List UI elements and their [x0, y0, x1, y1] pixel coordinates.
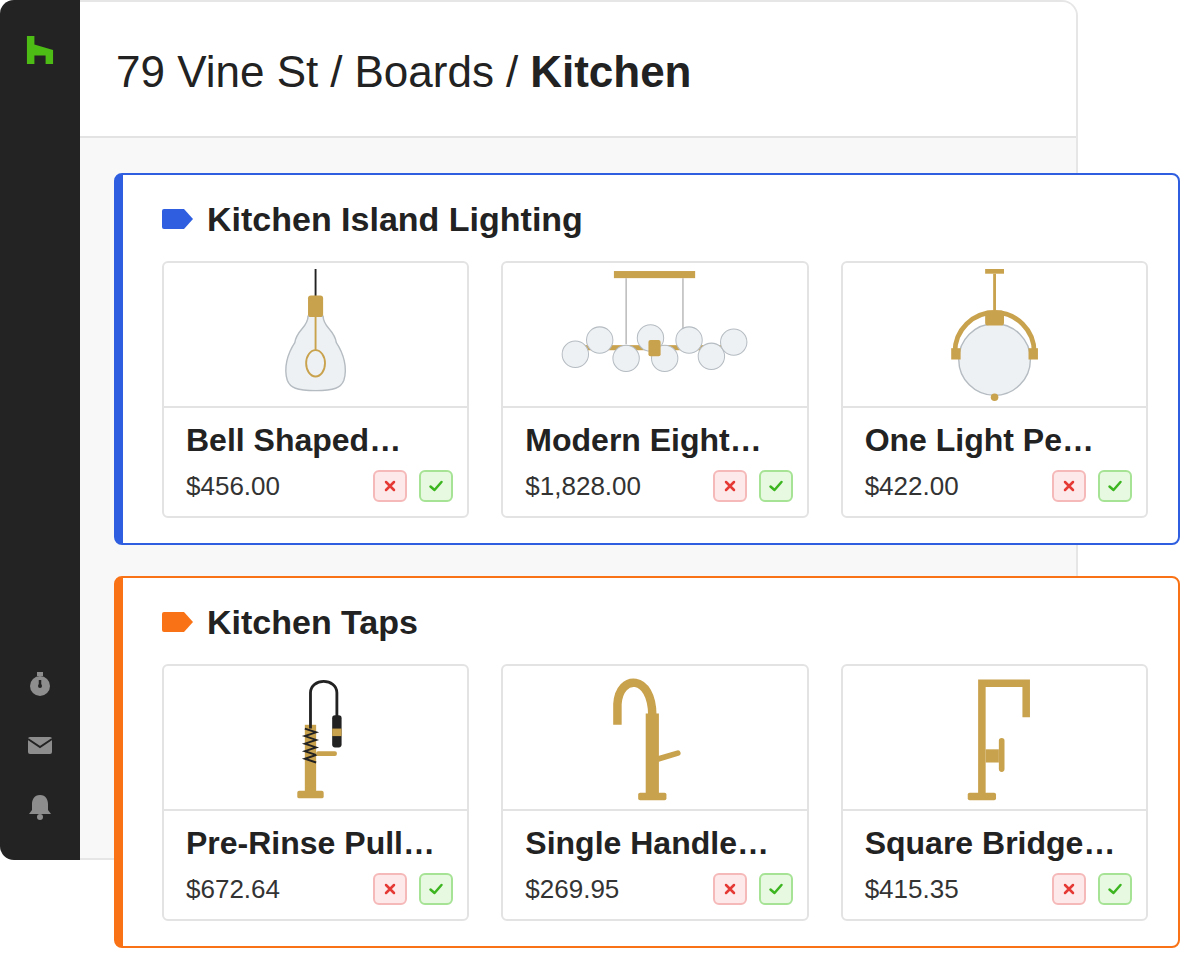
product-price: $422.00 [865, 471, 959, 502]
product-grid: Pre-Rinse Pull… $672.64 Single Handle… $269… [162, 664, 1148, 921]
breadcrumb-separator: / [330, 47, 342, 97]
check-icon [428, 881, 444, 897]
globe-pendant-icon [938, 269, 1051, 401]
check-icon [1107, 881, 1123, 897]
sidebar [0, 0, 80, 860]
breadcrumb-item[interactable]: Boards [354, 47, 493, 97]
product-actions [713, 470, 793, 502]
product-info: Pre-Rinse Pull… $672.64 [164, 811, 467, 919]
houzz-logo-icon[interactable] [26, 36, 54, 64]
product-info: Bell Shaped… $456.00 [164, 408, 467, 516]
approve-button[interactable] [759, 873, 793, 905]
check-icon [1107, 478, 1123, 494]
close-icon [722, 881, 738, 897]
close-icon [382, 478, 398, 494]
breadcrumb-separator: / [506, 47, 518, 97]
close-icon [382, 881, 398, 897]
product-grid: Bell Shaped… $456.00 Modern Eight… $1,828.0… [162, 261, 1148, 518]
product-info: Single Handle… $269.95 [503, 811, 806, 919]
product-image [164, 263, 467, 408]
approve-button[interactable] [1098, 873, 1132, 905]
tag-icon [162, 612, 193, 632]
reject-button[interactable] [713, 470, 747, 502]
chandelier-icon [553, 269, 756, 401]
product-name: Modern Eight… [525, 420, 792, 460]
close-icon [722, 478, 738, 494]
product-card[interactable]: Bell Shaped… $456.00 [162, 261, 469, 518]
product-row: $415.35 [865, 873, 1132, 905]
product-row: $672.64 [186, 873, 453, 905]
breadcrumb-item[interactable]: 79 Vine St [116, 47, 318, 97]
product-image [503, 666, 806, 811]
product-card[interactable]: Pre-Rinse Pull… $672.64 [162, 664, 469, 921]
square-faucet-icon [947, 672, 1041, 804]
approve-button[interactable] [419, 470, 453, 502]
reject-button[interactable] [373, 873, 407, 905]
product-name: One Light Pe… [865, 420, 1132, 460]
reject-button[interactable] [373, 470, 407, 502]
close-icon [1061, 478, 1077, 494]
product-name: Square Bridge… [865, 823, 1132, 863]
product-name: Pre-Rinse Pull… [186, 823, 453, 863]
product-actions [1052, 873, 1132, 905]
mail-icon[interactable] [26, 731, 54, 759]
product-image [503, 263, 806, 408]
product-card[interactable]: Square Bridge… $415.35 [841, 664, 1148, 921]
product-row: $269.95 [525, 873, 792, 905]
product-info: Modern Eight… $1,828.00 [503, 408, 806, 516]
stopwatch-icon[interactable] [26, 670, 54, 698]
product-price: $456.00 [186, 471, 280, 502]
sidebar-tools [26, 670, 54, 820]
gooseneck-faucet-icon [608, 672, 702, 804]
board-header: Kitchen Island Lighting [162, 197, 1148, 241]
product-price: $269.95 [525, 874, 619, 905]
reject-button[interactable] [1052, 873, 1086, 905]
product-info: Square Bridge… $415.35 [843, 811, 1146, 919]
approve-button[interactable] [419, 873, 453, 905]
board-title: Kitchen Island Lighting [207, 200, 583, 239]
product-row: $1,828.00 [525, 470, 792, 502]
breadcrumb-item: Kitchen [530, 47, 691, 97]
product-image [164, 666, 467, 811]
check-icon [428, 478, 444, 494]
product-name: Bell Shaped… [186, 420, 453, 460]
product-actions [373, 470, 453, 502]
close-icon [1061, 881, 1077, 897]
approve-button[interactable] [1098, 470, 1132, 502]
board-header: Kitchen Taps [162, 600, 1148, 644]
board-section: Kitchen Island Lighting Bell Shaped… $456.… [114, 173, 1180, 545]
product-row: $422.00 [865, 470, 1132, 502]
product-price: $415.35 [865, 874, 959, 905]
product-actions [373, 873, 453, 905]
product-row: $456.00 [186, 470, 453, 502]
product-info: One Light Pe… $422.00 [843, 408, 1146, 516]
product-actions [1052, 470, 1132, 502]
product-price: $1,828.00 [525, 471, 641, 502]
reject-button[interactable] [1052, 470, 1086, 502]
board-title: Kitchen Taps [207, 603, 418, 642]
pre-rinse-faucet-icon [269, 672, 363, 804]
product-name: Single Handle… [525, 823, 792, 863]
board-section: Kitchen Taps Pre-Rinse Pull… $672.64 Single… [114, 576, 1180, 948]
tag-icon [162, 209, 193, 229]
breadcrumb: 79 Vine St/Boards/Kitchen [80, 2, 1076, 138]
reject-button[interactable] [713, 873, 747, 905]
bell-icon[interactable] [26, 792, 54, 820]
product-card[interactable]: One Light Pe… $422.00 [841, 261, 1148, 518]
check-icon [768, 478, 784, 494]
check-icon [768, 881, 784, 897]
board-list: Kitchen Island Lighting Bell Shaped… $456.… [114, 173, 1180, 948]
product-price: $672.64 [186, 874, 280, 905]
product-actions [713, 873, 793, 905]
product-image [843, 666, 1146, 811]
approve-button[interactable] [759, 470, 793, 502]
product-image [843, 263, 1146, 408]
bell-pendant-icon [259, 269, 372, 401]
product-card[interactable]: Single Handle… $269.95 [501, 664, 808, 921]
product-card[interactable]: Modern Eight… $1,828.00 [501, 261, 808, 518]
